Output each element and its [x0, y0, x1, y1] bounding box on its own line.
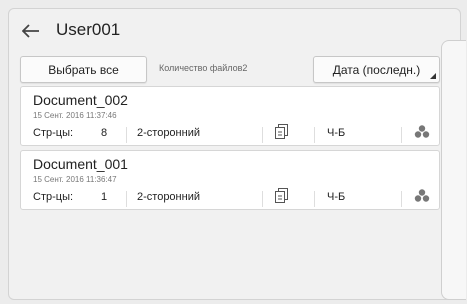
back-button[interactable]	[19, 19, 43, 43]
sort-label: Дата (последн.)	[332, 62, 421, 77]
document-name: Document_002	[33, 92, 128, 108]
file-count-label: Количество файлов2	[159, 63, 248, 73]
document-name: Document_001	[33, 156, 128, 172]
pages-count: 8	[101, 127, 108, 139]
duplex-page-icon	[275, 124, 289, 143]
document-date: 15 Сент. 2016 11:37:46	[33, 111, 117, 120]
document-date: 15 Сент. 2016 11:36:47	[33, 175, 117, 184]
sort-dropdown[interactable]: Дата (последн.)	[313, 56, 440, 83]
duplex-mode: 2-сторонний	[137, 191, 200, 203]
tree-icon	[414, 189, 430, 206]
duplex-mode: 2-сторонний	[137, 127, 200, 139]
select-all-button[interactable]: Выбрать все	[20, 56, 147, 83]
pages-label: Стр-цы:	[33, 191, 74, 203]
divider	[126, 127, 127, 143]
divider	[314, 127, 315, 143]
tree-icon	[414, 125, 430, 142]
document-item[interactable]: Document_002 15 Сент. 2016 11:37:46 Стр-…	[20, 86, 440, 146]
color-mode: Ч-Б	[327, 191, 346, 203]
divider	[314, 191, 315, 207]
arrow-left-icon	[22, 24, 39, 38]
divider	[401, 191, 402, 207]
document-details: Стр-цы: 8 2-сторонний Ч-Б	[21, 123, 441, 143]
dropdown-corner-icon	[430, 73, 436, 79]
pages-count: 1	[101, 191, 108, 203]
side-panel-tab[interactable]	[441, 40, 466, 300]
duplex-page-icon	[275, 188, 289, 207]
divider	[126, 191, 127, 207]
color-mode: Ч-Б	[327, 127, 346, 139]
header-bar: User001	[9, 9, 460, 53]
pages-label: Стр-цы:	[33, 127, 74, 139]
divider	[401, 127, 402, 143]
divider	[262, 127, 263, 143]
document-item[interactable]: Document_001 15 Сент. 2016 11:36:47 Стр-…	[20, 150, 440, 210]
divider	[262, 191, 263, 207]
page-title: User001	[56, 20, 121, 39]
document-details: Стр-цы: 1 2-сторонний Ч-Б	[21, 187, 441, 207]
